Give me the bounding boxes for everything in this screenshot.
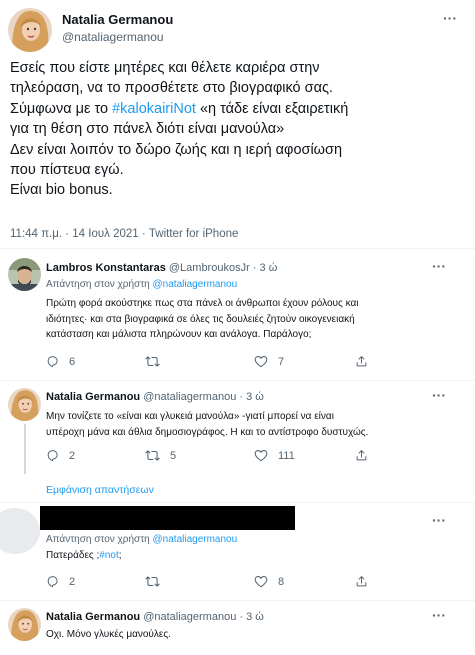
tweet-text-line: Είναι bio bonus. xyxy=(10,182,113,199)
reply-icon xyxy=(47,450,58,462)
replying-to-handle[interactable]: @nataliagermanou xyxy=(153,534,238,545)
reply-avatar[interactable] xyxy=(0,508,40,554)
reply-author-handle[interactable]: @LambroukosJr xyxy=(169,262,250,274)
reply-author-name[interactable]: Natalia Germanou xyxy=(46,391,140,403)
reply-count: 6 xyxy=(69,355,76,368)
like-count: 8 xyxy=(278,575,285,588)
share-icon[interactable] xyxy=(355,355,368,373)
reply-text-fragment: ; xyxy=(118,550,122,561)
reply-action[interactable]: 2 xyxy=(46,575,75,588)
tweet-text-fragment: Σύμφωνα με το xyxy=(10,100,113,117)
like-count: 111 xyxy=(278,449,295,462)
reply-text-line: κατάσταση και μάλιστα πληρώνουν και ανάλ… xyxy=(46,329,312,341)
reply-avatar[interactable] xyxy=(8,258,41,291)
tweet-timestamp[interactable]: 11:44 π.μ. · 14 Ιουλ 2021 · Twitter for … xyxy=(10,228,238,240)
like-action[interactable]: 111 xyxy=(254,449,295,462)
hashtag-link[interactable]: #not xyxy=(99,550,118,561)
show-replies-link[interactable]: Εμφάνιση απαντήσεων xyxy=(46,484,154,496)
more-options-icon[interactable]: ··· xyxy=(432,258,446,274)
reply-text-line: υπέροχη μάνα και άθλια δημοσιογράφος. Η … xyxy=(46,426,369,438)
reply-time[interactable]: · 3 ώ xyxy=(239,611,263,623)
more-options-icon[interactable]: ··· xyxy=(432,512,446,528)
reply-text: Οχι. Μόνο γλυκές μανούλες. xyxy=(46,629,171,640)
reply-avatar[interactable] xyxy=(8,388,41,421)
tweet-text-fragment: «η τάδε είναι εξαιρετική xyxy=(195,100,349,117)
reply-author-name[interactable]: Lambros Konstantaras xyxy=(46,262,166,274)
reply-count: 2 xyxy=(69,575,76,588)
thread-line xyxy=(24,424,26,474)
reply-avatar[interactable] xyxy=(8,608,41,641)
author-handle[interactable]: @nataliagermanou xyxy=(62,30,164,44)
reply-text: Πατεράδες ;#not; xyxy=(46,550,122,561)
reply-header: Natalia Germanou @nataliagermanou · 3 ώ xyxy=(46,391,264,403)
reply-time[interactable]: · 3 ώ xyxy=(253,262,277,274)
retweet-icon xyxy=(145,356,160,367)
replying-to: Απάντηση στον χρήστη @nataliagermanou xyxy=(46,534,237,545)
reply-text-fragment: Πατεράδες ; xyxy=(46,550,100,561)
tweet-text-line: Σύμφωνα με το #kalokairiNot «η τάδε είνα… xyxy=(10,99,470,119)
reply-text: Μην τονίζετε το «είναι και γλυκειά μανού… xyxy=(46,409,471,440)
heart-icon xyxy=(254,450,268,462)
replying-to-label: Απάντηση στον χρήστη xyxy=(46,534,153,545)
tweet-text-line: για τη θέση στο πάνελ διότι είναι μανούλ… xyxy=(10,121,285,138)
reply-author-name[interactable]: Natalia Germanou xyxy=(46,611,140,623)
heart-icon xyxy=(254,576,268,588)
retweet-icon xyxy=(145,450,160,461)
more-options-icon[interactable]: ··· xyxy=(432,387,446,403)
like-count: 7 xyxy=(278,355,285,368)
divider xyxy=(0,502,475,503)
replying-to-handle[interactable]: @nataliagermanou xyxy=(153,279,238,290)
redacted-username-block xyxy=(40,506,295,530)
heart-icon xyxy=(254,356,268,368)
retweet-icon xyxy=(145,576,160,587)
reply-text-line: ιδιότητες· και στα βιογραφικά σε όλες τι… xyxy=(46,313,355,325)
divider xyxy=(0,380,475,381)
tweet-text: Εσείς που είστε μητέρες και θέλετε καριέ… xyxy=(10,58,470,201)
more-options-icon[interactable]: ··· xyxy=(432,607,446,623)
divider xyxy=(0,248,475,249)
retweet-action[interactable]: 5 xyxy=(145,449,176,462)
author-avatar[interactable] xyxy=(8,8,52,52)
reply-header: Natalia Germanou @nataliagermanou · 3 ώ xyxy=(46,611,264,623)
reply-author-handle[interactable]: @nataliagermanou xyxy=(143,391,236,403)
tweet-text-line: Δεν είναι λοιπόν το δώρο ζωής και η ιερή… xyxy=(10,141,343,158)
reply-header: Lambros Konstantaras @LambroukosJr · 3 ώ xyxy=(46,262,277,274)
reply-action[interactable]: 6 xyxy=(46,355,75,368)
reply-icon xyxy=(47,576,58,588)
retweet-action[interactable] xyxy=(145,575,170,588)
author-name[interactable]: Natalia Germanou xyxy=(62,12,173,27)
reply-text-line: Πρώτη φορά ακούστηκε πως στα πάνελ οι άν… xyxy=(46,298,359,309)
reply-time[interactable]: · 3 ώ xyxy=(239,391,263,403)
divider xyxy=(0,600,475,601)
share-icon[interactable] xyxy=(355,575,368,593)
replying-to: Απάντηση στον χρήστη @nataliagermanou xyxy=(46,279,237,290)
reply-author-handle[interactable]: @nataliagermanou xyxy=(143,611,236,623)
reply-text-line: Μην τονίζετε το «είναι και γλυκειά μανού… xyxy=(46,411,334,422)
hashtag-link[interactable]: #kalokairiNot xyxy=(112,101,196,117)
reply-text: Πρώτη φορά ακούστηκε πως στα πάνελ οι άν… xyxy=(46,296,471,343)
retweet-count: 5 xyxy=(170,449,177,462)
reply-action[interactable]: 2 xyxy=(46,449,75,462)
reply-icon xyxy=(47,356,58,368)
share-icon[interactable] xyxy=(355,449,368,467)
replying-to-label: Απάντηση στον χρήστη xyxy=(46,279,153,290)
like-action[interactable]: 7 xyxy=(254,355,284,368)
tweet-text-line: τηλεόραση, να το προσθέτετε στο βιογραφι… xyxy=(10,80,333,97)
like-action[interactable]: 8 xyxy=(254,575,284,588)
reply-count: 2 xyxy=(69,449,76,462)
tweet-text-line: που πίστευα εγώ. xyxy=(10,162,124,179)
retweet-action[interactable] xyxy=(145,355,170,368)
more-options-icon[interactable]: ··· xyxy=(443,10,457,26)
tweet-text-line: Εσείς που είστε μητέρες και θέλετε καριέ… xyxy=(10,60,320,76)
